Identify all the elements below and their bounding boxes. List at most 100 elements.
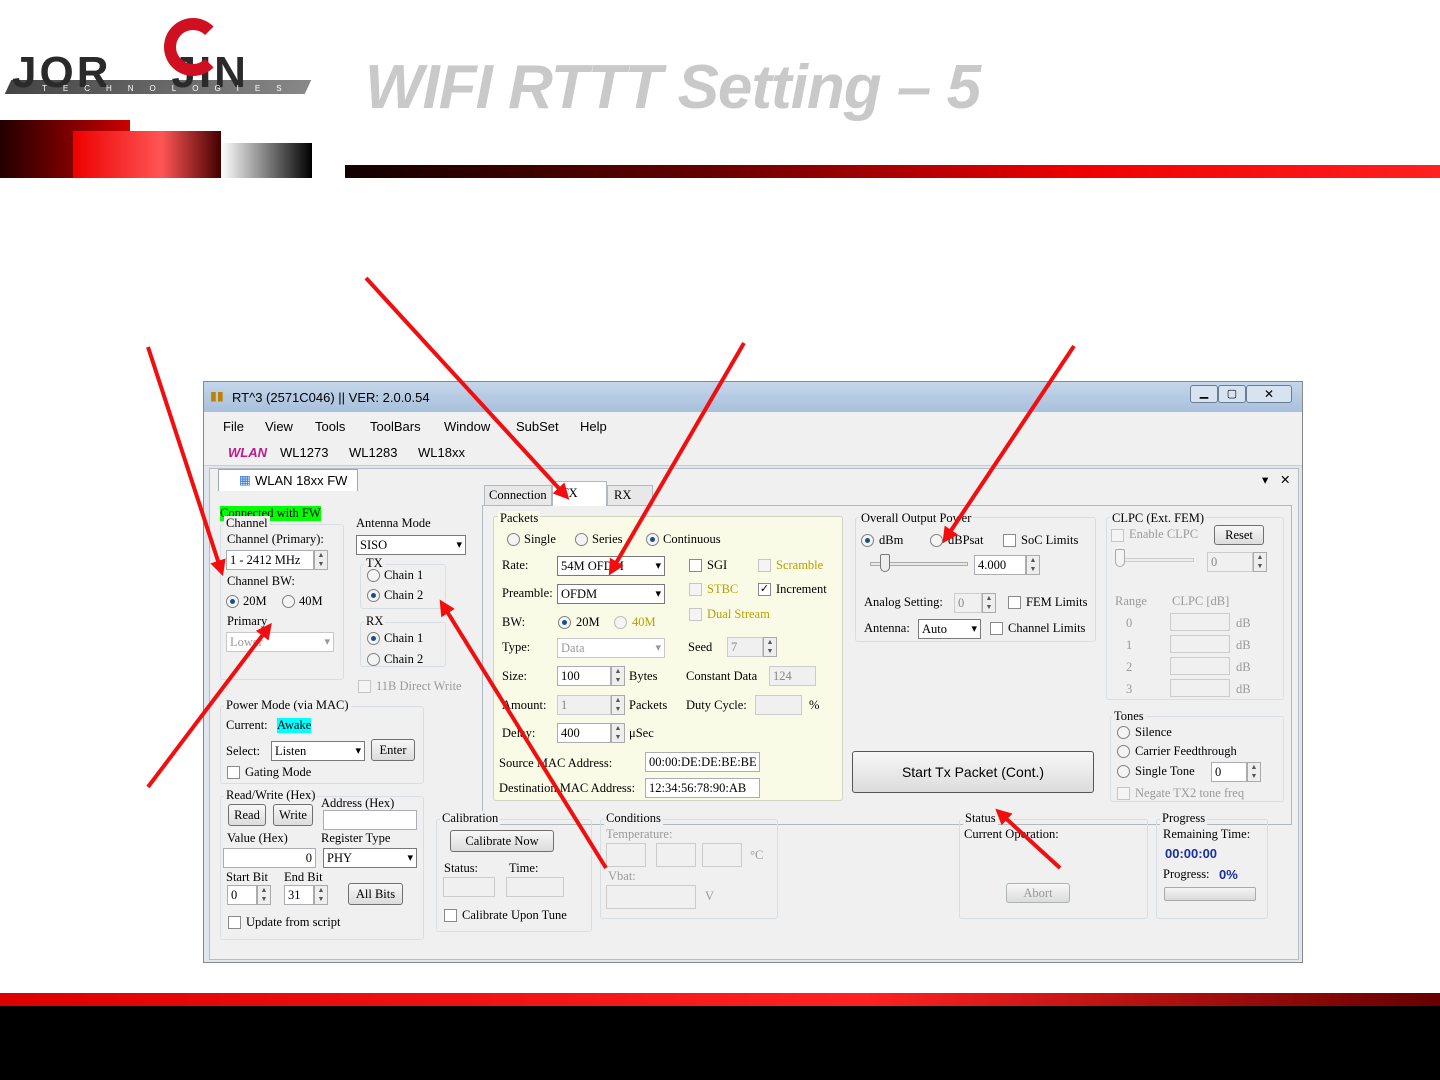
single-tone-spinner[interactable]: ▲ ▼ (1247, 762, 1261, 782)
rx-chain1-radio[interactable] (367, 632, 380, 645)
minimize-button[interactable]: ▁ (1190, 385, 1218, 403)
amount-spinner[interactable]: ▲ ▼ (611, 695, 625, 715)
calibrate-now-button[interactable]: Calibrate Now (450, 830, 554, 852)
menu-help[interactable]: Help (580, 419, 607, 434)
rx-chain2-radio[interactable] (367, 653, 380, 666)
single-tone-input[interactable]: 0 (1211, 762, 1247, 782)
dual-stream-checkbox[interactable] (689, 608, 702, 621)
size-spinner[interactable]: ▲ ▼ (611, 666, 625, 686)
power-select[interactable]: Listen (271, 741, 365, 761)
toolbar-wlan[interactable]: WLAN (228, 445, 267, 460)
dbm-radio[interactable] (861, 534, 874, 547)
enter-button[interactable]: Enter (371, 739, 415, 761)
clpc-row-2-input[interactable] (1170, 657, 1230, 675)
tab-rx[interactable]: RX (607, 485, 653, 505)
bw-40m-radio[interactable] (282, 595, 295, 608)
single-radio[interactable] (507, 533, 520, 546)
doc-tab[interactable]: ▦ WLAN 18xx FW (218, 469, 358, 491)
bw-20m-radio[interactable] (226, 595, 239, 608)
menu-tools[interactable]: Tools (315, 419, 345, 434)
close-button[interactable]: ✕ (1246, 385, 1292, 403)
doc-close-icon[interactable]: ✕ (1280, 473, 1290, 488)
tab-tx[interactable]: TX (552, 481, 607, 506)
seed-spinner[interactable]: ▲ ▼ (763, 637, 777, 657)
fem-limits-checkbox[interactable] (1008, 596, 1021, 609)
source-mac-input[interactable]: 00:00:DE:DE:BE:BE (645, 752, 760, 772)
channel-spinner[interactable]: ▲ ▼ (314, 550, 328, 570)
type-select[interactable]: Data (557, 638, 665, 658)
duty-cycle-input[interactable] (755, 695, 802, 715)
channel-limits-checkbox[interactable] (990, 622, 1003, 635)
end-bit-spinner[interactable]: ▲ ▼ (314, 885, 328, 905)
antenna-mode-select[interactable]: SISO (356, 535, 466, 555)
delay-input[interactable]: 400 (557, 723, 611, 743)
size-input[interactable]: 100 (557, 666, 611, 686)
write-button[interactable]: Write (273, 804, 313, 826)
register-type-select[interactable]: PHY (323, 848, 417, 868)
clpc-slider-thumb[interactable] (1115, 549, 1125, 567)
read-button[interactable]: Read (228, 804, 266, 826)
analog-setting-input[interactable]: 0 (954, 593, 982, 613)
tx-chain1-radio[interactable] (367, 569, 380, 582)
seed-input[interactable]: 7 (727, 637, 763, 657)
packet-bw-20m-radio[interactable] (558, 616, 571, 629)
channel-input[interactable]: 1 - 2412 MHz (226, 550, 314, 570)
primary-select[interactable]: Lower (226, 632, 334, 652)
clpc-slider-track[interactable] (1116, 558, 1194, 562)
menu-toolbars[interactable]: ToolBars (370, 419, 421, 434)
sgi-checkbox[interactable] (689, 559, 702, 572)
clpc-reset-button[interactable]: Reset (1214, 525, 1264, 545)
preamble-select[interactable]: OFDM (557, 584, 665, 604)
tab-connection[interactable]: Connection (484, 485, 552, 505)
packet-bw-40m-radio[interactable] (614, 616, 627, 629)
gating-checkbox[interactable] (227, 766, 240, 779)
power-value-spinner[interactable]: ▲ ▼ (1026, 555, 1040, 575)
clpc-row-0-input[interactable] (1170, 613, 1230, 631)
enable-clpc-checkbox[interactable] (1111, 529, 1124, 542)
series-radio[interactable] (575, 533, 588, 546)
doc-dropdown-icon[interactable]: ▾ (1262, 473, 1268, 488)
rate-select[interactable]: 54M OFDM (557, 556, 665, 576)
menu-subset[interactable]: SubSet (516, 419, 559, 434)
clpc-row-3-input[interactable] (1170, 679, 1230, 697)
power-slider-thumb[interactable] (880, 554, 890, 572)
power-value-input[interactable]: 4.000 (974, 555, 1026, 575)
calibrate-upon-tune-checkbox[interactable] (444, 909, 457, 922)
menu-file[interactable]: File (223, 419, 244, 434)
tx-chain2-radio[interactable] (367, 589, 380, 602)
antenna-select[interactable]: Auto (918, 619, 981, 639)
silence-radio[interactable] (1117, 726, 1130, 739)
address-input[interactable] (323, 810, 417, 830)
carrier-radio[interactable] (1117, 745, 1130, 758)
stbc-checkbox[interactable] (689, 583, 702, 596)
maximize-button[interactable]: ▢ (1218, 385, 1246, 403)
amount-input[interactable]: 1 (557, 695, 611, 715)
dbpsat-radio[interactable] (930, 534, 943, 547)
end-bit-input[interactable]: 31 (284, 885, 314, 905)
abort-button[interactable]: Abort (1006, 883, 1070, 903)
analog-setting-spinner[interactable]: ▲ ▼ (982, 593, 996, 613)
menu-view[interactable]: View (265, 419, 293, 434)
single-tone-radio[interactable] (1117, 765, 1130, 778)
start-tx-button[interactable]: Start Tx Packet (Cont.) (852, 751, 1094, 793)
start-bit-input[interactable]: 0 (227, 885, 257, 905)
toolbar-wl1273[interactable]: WL1273 (280, 445, 328, 460)
value-input[interactable]: 0 (223, 848, 316, 868)
scramble-checkbox[interactable] (758, 559, 771, 572)
update-script-checkbox[interactable] (228, 916, 241, 929)
menu-window[interactable]: Window (444, 419, 490, 434)
clpc-value-spinner[interactable]: ▲ ▼ (1253, 552, 1267, 572)
continuous-radio[interactable] (646, 533, 659, 546)
direct-write-checkbox[interactable] (358, 680, 371, 693)
negate-checkbox[interactable] (1117, 787, 1130, 800)
constant-data-input[interactable]: 124 (769, 666, 816, 686)
toolbar-wl18xx[interactable]: WL18xx (418, 445, 465, 460)
start-bit-spinner[interactable]: ▲ ▼ (257, 885, 271, 905)
delay-spinner[interactable]: ▲ ▼ (611, 723, 625, 743)
increment-checkbox[interactable]: ✓ (758, 583, 771, 596)
soc-limits-checkbox[interactable] (1003, 534, 1016, 547)
toolbar-wl1283[interactable]: WL1283 (349, 445, 397, 460)
clpc-value-input[interactable]: 0 (1207, 552, 1253, 572)
clpc-row-1-input[interactable] (1170, 635, 1230, 653)
all-bits-button[interactable]: All Bits (348, 883, 403, 905)
